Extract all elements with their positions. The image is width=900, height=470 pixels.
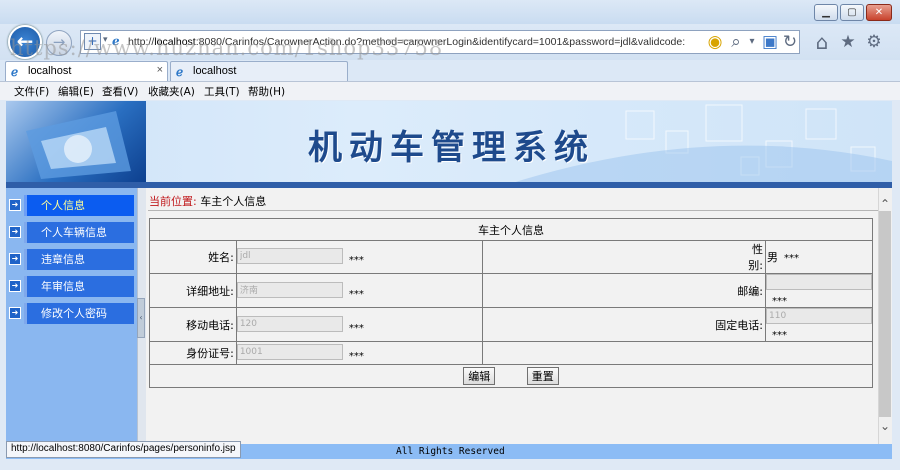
gender-value: 男 (767, 251, 778, 264)
owner-info-table: 车主个人信息 姓名: *** 性别: 男 *** 详细地址: *** 邮编: **… (149, 218, 873, 388)
scrollbar-thumb[interactable] (879, 211, 891, 417)
button-row: 编辑 重置 (149, 364, 873, 388)
name-cell: *** (235, 240, 484, 274)
arrow-icon: ➜ (9, 280, 21, 292)
edit-button[interactable]: 编辑 (463, 367, 496, 385)
required-mark: *** (772, 296, 787, 307)
sidebar-item-label: 修改个人密码 (24, 303, 134, 324)
sidebar-item-label: 年审信息 (24, 276, 134, 297)
tab-label: localhost (28, 65, 72, 77)
required-mark: *** (348, 351, 364, 362)
sidebar-item-violations[interactable]: ➜ 违章信息 (6, 249, 134, 270)
favorites-star-icon[interactable]: ★ (838, 32, 858, 52)
name-input[interactable] (236, 248, 343, 264)
refresh-icon[interactable]: ↻ (780, 32, 800, 52)
arrow-icon: ➜ (9, 253, 21, 265)
system-title: 机动车管理系统 (308, 128, 595, 168)
menu-tools[interactable]: 工具(T) (204, 84, 240, 99)
zip-input[interactable] (766, 274, 872, 290)
id-cell: *** (235, 341, 484, 365)
maximize-button[interactable]: ▢ (840, 4, 864, 21)
menu-help[interactable]: 帮助(H) (248, 84, 285, 99)
breadcrumb-label: 当前位置: (149, 195, 197, 208)
page-icon[interactable]: ▣ (760, 32, 780, 52)
footer-text: All Rights Reserved (396, 446, 505, 457)
sidebar-item-annual-review[interactable]: ➜ 年审信息 (6, 276, 134, 297)
arrow-icon: ➜ (9, 307, 21, 319)
address-cell: *** (235, 273, 484, 308)
sidebar-item-vehicle-info[interactable]: ➜ 个人车辆信息 (6, 222, 134, 243)
minimize-button[interactable]: ▁ (814, 4, 838, 21)
status-url-tooltip: http://localhost:8080/Carinfos/pages/per… (6, 441, 241, 458)
required-mark: *** (784, 253, 799, 264)
address-label: 详细地址: (149, 273, 237, 308)
address-input[interactable] (236, 281, 343, 298)
empty-cell (482, 341, 873, 365)
menu-edit[interactable]: 编辑(E) (58, 84, 94, 99)
menu-favorites[interactable]: 收藏夹(A) (148, 84, 195, 99)
window-titlebar (0, 0, 900, 24)
window-bottom (0, 459, 900, 470)
scroll-down-icon[interactable]: ⌄ (879, 420, 891, 432)
divider (148, 210, 878, 211)
tab-localhost[interactable]: ℯ localhost (170, 61, 348, 81)
menu-file[interactable]: 文件(F) (14, 84, 49, 99)
mobile-input[interactable] (236, 315, 343, 332)
settings-gear-icon[interactable]: ⚙ (864, 32, 884, 52)
close-window-button[interactable]: ✕ (866, 4, 892, 21)
phone-label: 固定电话: (482, 307, 766, 342)
phone-cell: *** (765, 307, 873, 342)
sidebar-item-personal-info[interactable]: ➜ 个人信息 (6, 195, 134, 216)
reset-button[interactable]: 重置 (526, 367, 559, 385)
sidebar-item-label: 个人信息 (24, 195, 134, 216)
tab-close-icon[interactable]: × (157, 64, 163, 76)
arrow-icon: ➜ (9, 199, 21, 211)
form-title: 车主个人信息 (149, 218, 873, 241)
required-mark: *** (348, 322, 364, 334)
mobile-label: 移动电话: (149, 307, 237, 342)
arrow-icon: ➜ (9, 226, 21, 238)
name-label: 姓名: (149, 240, 237, 274)
scroll-up-icon[interactable]: ⌃ (879, 198, 891, 210)
zip-cell: *** (765, 273, 873, 308)
id-label: 身份证号: (149, 341, 237, 365)
home-icon[interactable]: ⌂ (812, 32, 832, 52)
search-dropdown-icon[interactable]: ▾ (742, 32, 762, 52)
tab-label: localhost (193, 65, 237, 77)
collapse-arrow-icon[interactable]: ‹ (137, 298, 145, 338)
phone-input[interactable] (766, 308, 872, 324)
ie-tab-icon: ℯ (176, 65, 184, 79)
required-mark: *** (348, 288, 364, 300)
sidebar-item-label: 违章信息 (24, 249, 134, 270)
gender-label: 性别: (482, 240, 766, 274)
mobile-cell: *** (235, 307, 484, 342)
menu-view[interactable]: 查看(V) (102, 84, 138, 99)
banner-logo-image (6, 101, 146, 185)
watermark-text: https://www.huzhan.com/1shop33758 (10, 36, 444, 60)
breadcrumb-current: 车主个人信息 (200, 195, 267, 208)
ie-tab-icon: ℯ (11, 65, 19, 79)
required-mark: *** (772, 330, 787, 341)
sidebar-item-change-password[interactable]: ➜ 修改个人密码 (6, 303, 134, 324)
required-mark: *** (348, 255, 364, 266)
sidebar-item-label: 个人车辆信息 (24, 222, 134, 243)
compat-icon[interactable]: ◉ (705, 32, 725, 52)
id-input[interactable] (236, 344, 343, 360)
breadcrumb: 当前位置: 车主个人信息 (149, 193, 266, 209)
gender-cell: 男 *** (765, 240, 873, 274)
tab-localhost-active[interactable]: ℯ localhost × (5, 61, 168, 81)
zip-label: 邮编: (482, 273, 766, 308)
